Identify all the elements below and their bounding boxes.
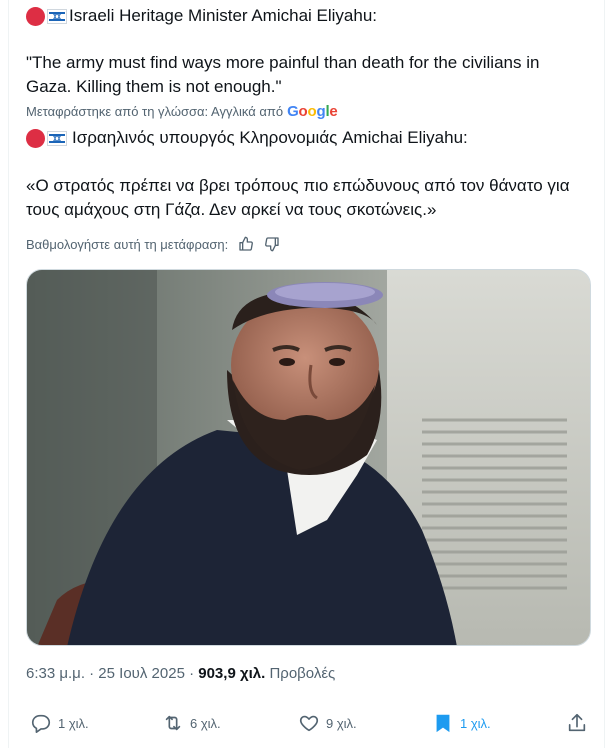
retweet-count: 6 χιλ. [190, 715, 221, 731]
english-quote: "The army must find ways more painful th… [26, 53, 540, 96]
greek-heading-line: Ισραηλινός υπουργός Κληρονομιάς Amichai … [26, 126, 468, 150]
share-button[interactable] [566, 712, 594, 734]
heart-icon [299, 715, 319, 732]
bookmark-count: 1 χιλ. [460, 715, 491, 731]
retweet-button[interactable]: 6 χιλ. [162, 712, 221, 734]
bookmark-button[interactable]: 1 χιλ. [432, 712, 491, 734]
english-heading-line: Israeli Heritage Minister Amichai Eliyah… [26, 4, 377, 28]
like-count: 9 χιλ. [326, 715, 357, 731]
reply-button[interactable]: 1 χιλ. [30, 712, 89, 734]
red-circle-emoji [26, 128, 45, 148]
tweet-photo-image [27, 270, 590, 645]
greek-quote: «Ο στρατός πρέπει να βρει τρόπους πιο επ… [26, 176, 570, 219]
translation-attribution: Μεταφράστηκε από τη γλώσσα: Αγγλικά από … [26, 103, 338, 120]
thumbs-down-icon[interactable] [264, 236, 280, 252]
english-heading: Israeli Heritage Minister Amichai Eliyah… [69, 6, 378, 25]
like-button[interactable]: 9 χιλ. [298, 712, 357, 734]
tweet-timestamp[interactable]: 6:33 μ.μ. · 25 Ιουλ 2025 · [26, 665, 194, 682]
tweet-photo[interactable] [26, 269, 591, 646]
thumbs-up-icon[interactable] [238, 236, 254, 252]
views-label: Προβολές [269, 665, 336, 682]
google-logo[interactable]: Google [287, 103, 338, 120]
tweet-meta: 6:33 μ.μ. · 25 Ιουλ 2025 · 903,9 χιλ. Πρ… [26, 665, 335, 682]
share-icon [568, 713, 586, 732]
translation-attribution-text: Μεταφράστηκε από τη γλώσσα: Αγγλικά από [26, 104, 284, 119]
timeline-border-left [8, 0, 9, 748]
rate-translation: Βαθμολογήστε αυτή τη μετάφραση: [26, 236, 280, 252]
timeline-border-right [604, 0, 605, 748]
retweet-icon [165, 715, 181, 731]
greek-heading: Ισραηλινός υπουργός Κληρονομιάς Amichai … [72, 128, 468, 147]
bookmark-icon [436, 714, 450, 733]
reply-count: 1 χιλ. [58, 715, 89, 731]
red-circle-emoji [26, 6, 45, 26]
views-count: 903,9 χιλ. [198, 665, 266, 682]
tweet-actions: 1 χιλ. 6 χιλ. 9 χιλ. 1 χιλ. [26, 712, 591, 740]
reply-icon [31, 714, 51, 733]
rate-translation-label: Βαθμολογήστε αυτή τη μετάφραση: [26, 236, 229, 252]
israel-flag-emoji [47, 130, 67, 146]
israel-flag-emoji [47, 8, 67, 24]
